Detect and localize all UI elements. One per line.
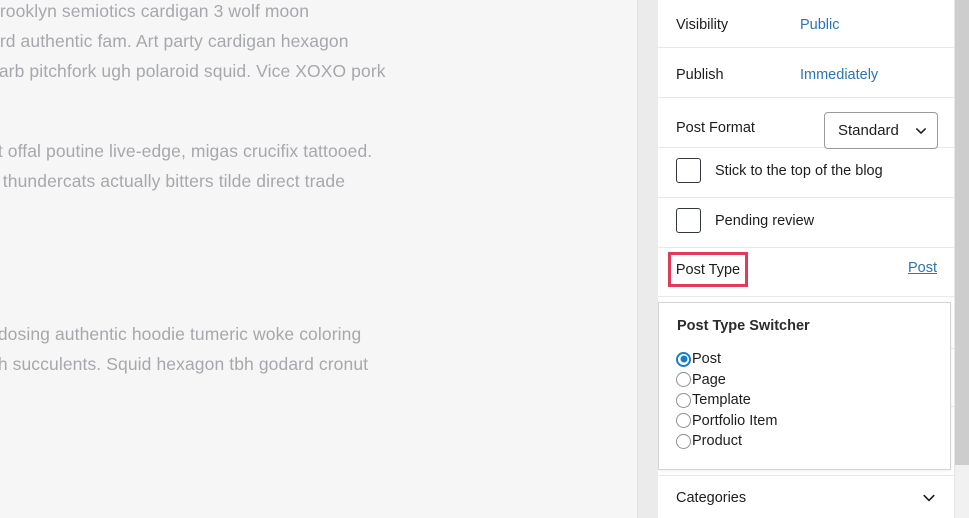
sidebar-divider [658,197,955,198]
pending-review-label: Pending review [715,212,815,229]
post-content-area[interactable]: brooklyn semiotics cardigan 3 wolf moon … [0,0,637,518]
post-format-label: Post Format [676,120,755,136]
sidebar-scrollbar-thumb[interactable] [955,0,969,465]
radio-option-post[interactable]: Post [676,349,777,370]
radio-option-page[interactable]: Page [676,370,777,391]
post-format-row: Post Format Standard [658,103,955,153]
visibility-label: Visibility [676,17,729,33]
publish-label: Publish [676,67,724,83]
radio-option-product[interactable]: Product [676,431,777,452]
radio-option-portfolio-item[interactable]: Portfolio Item [676,411,777,432]
app-screen: brooklyn semiotics cardigan 3 wolf moon … [0,0,969,518]
sticky-checkbox[interactable] [676,158,701,183]
gutter-divider [637,0,638,518]
publish-value[interactable]: Immediately [800,67,878,83]
sidebar-divider [658,475,955,476]
sidebar-divider [658,47,955,48]
editor-line: odosing authentic hoodie tumeric woke co… [0,324,362,344]
post-type-switcher-panel: Post Type Switcher Post Page Template Po… [658,302,951,470]
editor-paragraph[interactable]: brooklyn semiotics cardigan 3 wolf moon … [0,0,386,86]
editor-paragraph[interactable]: odosing authentic hoodie tumeric woke co… [0,319,368,379]
post-type-link[interactable]: Post [908,260,937,276]
publish-row: Publish Immediately [658,58,955,92]
post-type-row: Post Type Post [658,252,955,288]
editor-paragraph[interactable]: ut offal poutine live-edge, migas crucif… [0,136,372,196]
post-type-label: Post Type [675,261,741,278]
radio-label: Template [692,392,751,409]
document-settings-sidebar: Visibility Public Publish Immediately Po… [658,0,955,518]
radio-icon[interactable] [676,372,691,388]
radio-option-template[interactable]: Template [676,390,777,411]
post-type-radio-group: Post Page Template Portfolio Item Produc [676,349,777,452]
editor-line: ut offal poutine live-edge, migas crucif… [0,141,373,161]
sidebar-divider [658,247,955,248]
radio-label: Product [692,433,742,450]
sidebar-divider [658,97,955,98]
radio-icon[interactable] [676,413,691,429]
post-type-highlight-box[interactable]: Post Type [668,252,748,287]
post-format-select[interactable]: Standard [824,112,938,149]
chevron-down-icon [921,490,937,506]
chevron-down-icon [914,124,928,138]
visibility-row: Visibility Public [658,8,955,42]
editor-line: eh succulents. Squid hexagon tbh godard … [0,354,369,374]
sticky-label: Stick to the top of the blog [715,162,883,179]
post-type-switcher-title: Post Type Switcher [677,318,810,334]
categories-accordion[interactable]: Categories [658,478,955,518]
radio-label: Portfolio Item [692,412,778,429]
radio-label: Post [692,351,722,368]
radio-icon-selected[interactable] [676,351,691,367]
radio-icon[interactable] [676,392,691,408]
radio-icon[interactable] [676,433,691,449]
editor-line: n thundercats actually bitters tilde dir… [0,171,346,191]
categories-label: Categories [676,490,747,506]
sticky-checkbox-row[interactable]: Stick to the top of the blog [676,158,883,183]
visibility-value[interactable]: Public [800,17,840,33]
radio-label: Page [692,371,726,388]
editor-sidebar-gutter [637,0,658,518]
sidebar-divider [658,296,955,297]
editor-line: carb pitchfork ugh polaroid squid. Vice … [0,61,386,81]
editor-line: ard authentic fam. Art party cardigan he… [0,31,349,51]
editor-line: brooklyn semiotics cardigan 3 wolf moon [0,1,310,21]
pending-review-checkbox[interactable] [676,208,701,233]
post-format-value: Standard [838,122,899,139]
pending-review-checkbox-row[interactable]: Pending review [676,208,814,233]
